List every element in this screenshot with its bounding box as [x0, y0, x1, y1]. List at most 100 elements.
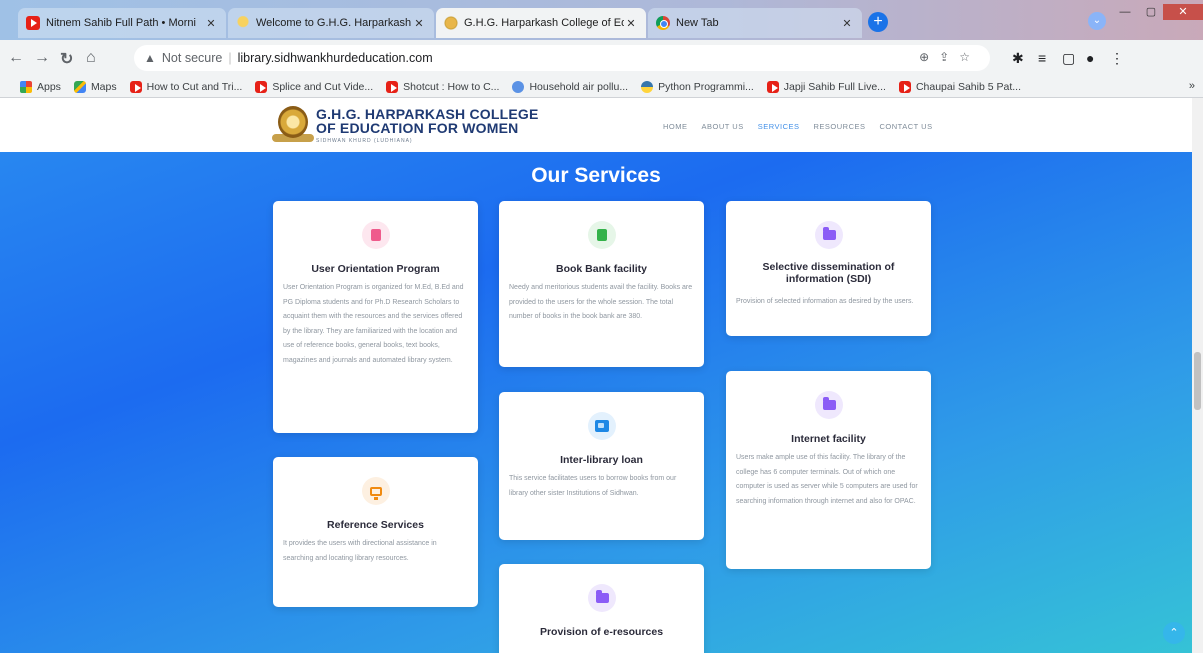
- page-title: Our Services: [531, 164, 661, 187]
- tab-title: Welcome to G.H.G. Harparkash C: [256, 17, 412, 29]
- card-e-resources: Provision of e-resources: [499, 564, 704, 653]
- card-body: This service facilitates users to borrow…: [509, 475, 677, 497]
- card-body: User Orientation Program is organized fo…: [283, 284, 464, 364]
- card-title: Provision of e-resources: [539, 626, 664, 638]
- bookmark-shotcut[interactable]: Shotcut : How to C...: [386, 80, 500, 93]
- menu-resources[interactable]: RESOURCES: [814, 122, 866, 131]
- page-scrollbar[interactable]: [1192, 98, 1203, 653]
- folder-icon: [815, 391, 843, 419]
- maps-icon: [73, 80, 86, 93]
- back-to-top-button[interactable]: ⌃: [1163, 622, 1185, 644]
- tab-title: New Tab: [676, 17, 719, 29]
- youtube-icon: [386, 80, 399, 93]
- tab-search-icon[interactable]: ⌄: [1088, 12, 1106, 30]
- card-inter-library-loan: Inter-library loan This service facilita…: [499, 392, 704, 540]
- card-title: Selective dissemination of information (…: [762, 261, 895, 285]
- tab-ghg-college-active[interactable]: G.H.G. Harparkash College of Ed ✕: [436, 8, 646, 38]
- tab-welcome-ghg[interactable]: Welcome to G.H.G. Harparkash C ✕: [228, 8, 434, 38]
- card-body: It provides the users with directional a…: [283, 540, 437, 562]
- reload-icon[interactable]: ↻: [60, 49, 73, 69]
- menu-services[interactable]: SERVICES: [758, 122, 800, 131]
- bookmark-label: Maps: [90, 80, 117, 93]
- profile-icon[interactable]: ●: [1086, 50, 1094, 66]
- bookmark-cut-trim[interactable]: How to Cut and Tri...: [129, 80, 243, 93]
- card-title: Reference Services: [327, 519, 424, 531]
- tab-nitnem-sahib[interactable]: Nitnem Sahib Full Path • Morni ✕: [18, 8, 226, 38]
- tab-strip: Nitnem Sahib Full Path • Morni ✕ Welcome…: [0, 0, 1203, 40]
- bookmarks-bar: Apps Maps How to Cut and Tri... Splice a…: [0, 76, 1203, 98]
- bookmark-splice-cut[interactable]: Splice and Cut Vide...: [255, 80, 374, 93]
- youtube-icon: [766, 80, 779, 93]
- close-icon[interactable]: ✕: [840, 17, 854, 30]
- new-tab-button[interactable]: +: [868, 12, 888, 32]
- card-sdi: Selective dissemination of information (…: [726, 201, 931, 336]
- bookmark-japji-sahib[interactable]: Japji Sahib Full Live...: [766, 80, 886, 93]
- card-title: User Orientation Program: [311, 263, 440, 275]
- bookmark-label: How to Cut and Tri...: [146, 80, 243, 93]
- url-text[interactable]: library.sidhwankhurdeducation.com: [238, 51, 433, 65]
- reading-list-icon[interactable]: ≡: [1038, 50, 1046, 66]
- site-title-line2: OF EDUCATION FOR WOMEN: [316, 120, 519, 136]
- card-user-orientation: User Orientation Program User Orientatio…: [273, 201, 478, 433]
- home-icon[interactable]: ⌂: [86, 49, 96, 67]
- omnibox-actions: ⊕⇪☆: [919, 50, 980, 64]
- menu-home[interactable]: HOME: [663, 122, 688, 131]
- back-arrow-icon[interactable]: ←: [8, 49, 24, 67]
- bookmark-air-pollution[interactable]: Household air pollu...: [512, 80, 628, 93]
- college-logo-icon: [444, 16, 458, 30]
- card-body: Provision of selected information as des…: [736, 298, 914, 305]
- restore-icon[interactable]: ▢: [1138, 4, 1164, 20]
- who-icon: [512, 80, 525, 93]
- menu-about-us[interactable]: ABOUT US: [702, 122, 744, 131]
- bookmark-star-icon[interactable]: ☆: [959, 50, 980, 64]
- address-bar[interactable]: ▲ Not secure | library.sidhwankhurdeduca…: [134, 45, 990, 71]
- youtube-icon: [255, 80, 268, 93]
- card-body: Users make ample use of this facility. T…: [736, 454, 918, 505]
- extensions-puzzle-icon[interactable]: ✱: [1012, 50, 1024, 67]
- youtube-icon: [129, 80, 142, 93]
- forward-arrow-icon[interactable]: →: [34, 49, 50, 67]
- apps-icon: [20, 80, 32, 93]
- warning-icon[interactable]: ▲: [144, 51, 156, 65]
- copy-documents-icon: [588, 221, 616, 249]
- side-panel-icon[interactable]: ▢: [1062, 50, 1075, 67]
- bookmark-label: Splice and Cut Vide...: [272, 80, 374, 93]
- card-title: Internet facility: [791, 433, 866, 445]
- bookmark-maps[interactable]: Maps: [73, 80, 117, 93]
- divider: |: [228, 51, 232, 65]
- bookmark-python[interactable]: Python Programmi...: [641, 80, 754, 93]
- card-title: Book Bank facility: [555, 263, 648, 275]
- more-bookmarks-icon[interactable]: »: [1189, 80, 1195, 92]
- python-icon: [641, 80, 654, 93]
- site-title[interactable]: G.H.G. HARPARKASH COLLEGE OF EDUCATION F…: [316, 107, 539, 135]
- bookmark-apps[interactable]: Apps: [20, 80, 61, 93]
- window-close-icon[interactable]: ✕: [1163, 4, 1203, 20]
- college-crest-icon[interactable]: [278, 106, 308, 138]
- tab-new-tab[interactable]: New Tab ✕: [648, 8, 862, 38]
- browser-toolbar: ← → ↻ ⌂ ▲ Not secure | library.sidhwankh…: [0, 40, 1203, 76]
- minimize-icon[interactable]: —: [1112, 4, 1138, 20]
- card-reference-services: Reference Services It provides the users…: [273, 457, 478, 607]
- youtube-icon: [898, 80, 911, 93]
- tab-title: G.H.G. Harparkash College of Ed: [464, 17, 624, 29]
- bookmark-label: Shotcut : How to C...: [403, 80, 500, 93]
- folder-icon: [815, 221, 843, 249]
- close-icon[interactable]: ✕: [204, 17, 218, 30]
- youtube-icon: [26, 16, 40, 30]
- web-page: G.H.G. HARPARKASH COLLEGE OF EDUCATION F…: [0, 98, 1203, 653]
- zoom-icon[interactable]: ⊕: [919, 50, 939, 64]
- bookmark-chaupai-sahib[interactable]: Chaupai Sahib 5 Pat...: [898, 80, 1021, 93]
- site-title-line1: G.H.G. HARPARKASH COLLEGE: [316, 106, 539, 122]
- menu-contact-us[interactable]: CONTACT US: [880, 122, 933, 131]
- close-icon[interactable]: ✕: [624, 17, 638, 30]
- menu-kebab-icon[interactable]: ⋮: [1110, 50, 1124, 67]
- close-icon[interactable]: ✕: [412, 17, 426, 30]
- site-menu: HOME ABOUT US SERVICES RESOURCES CONTACT…: [663, 122, 933, 131]
- site-subtitle: SIDHWAN KHURD (LUDHIANA): [316, 138, 413, 144]
- scrollbar-thumb[interactable]: [1194, 352, 1201, 410]
- not-secure-label[interactable]: Not secure: [162, 51, 222, 65]
- share-icon[interactable]: ⇪: [939, 50, 959, 64]
- site-header: G.H.G. HARPARKASH COLLEGE OF EDUCATION F…: [0, 98, 1192, 152]
- exchange-icon: [588, 412, 616, 440]
- bulb-icon: [236, 16, 250, 30]
